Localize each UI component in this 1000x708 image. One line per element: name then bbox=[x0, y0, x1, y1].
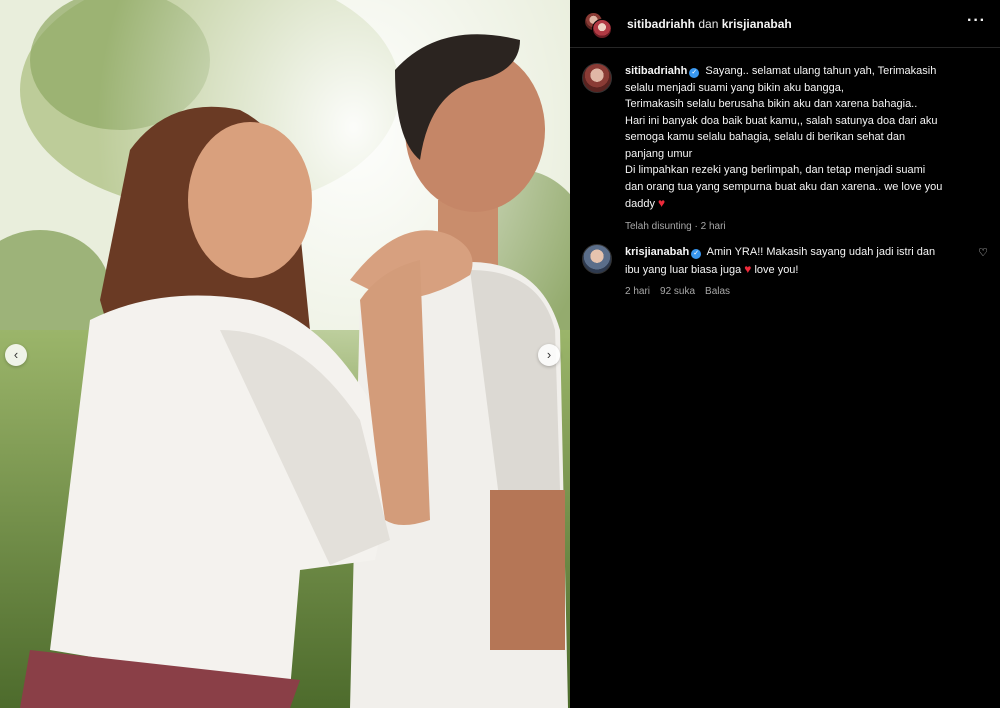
caption-comment: sitibadriahh ✓ Sayang.. selamat ulang tah… bbox=[582, 63, 982, 235]
reply-body: krisjianabah ✓ Amin YRA!! Makasih sayang … bbox=[625, 244, 980, 301]
caption-text-line: Terimakasih selalu berusaha bikin aku da… bbox=[625, 98, 918, 110]
caption-text-line: dan orang tua yang sempurna buat aku dan… bbox=[625, 180, 943, 193]
caption-edited-time: Telah disunting · 2 hari bbox=[625, 219, 726, 236]
post-photo: ‹ › bbox=[0, 0, 570, 708]
header-user-1[interactable]: sitibadriahh bbox=[627, 17, 695, 31]
caption-text-line: panjang umur bbox=[625, 147, 693, 160]
avatar[interactable] bbox=[582, 244, 612, 274]
caption-text-line: Di limpahkan rezeki yang berlimpah, dan … bbox=[625, 164, 926, 176]
caption-text-line: Sayang.. selamat ulang tahun yah, Terima… bbox=[705, 65, 937, 77]
header-joiner: dan bbox=[698, 16, 719, 31]
chevron-left-icon: ‹ bbox=[13, 347, 19, 362]
reply-meta: 2 hari 92 suka Balas bbox=[625, 284, 980, 301]
reply-text-line: Amin YRA!! Makasih sayang udah jadi istr… bbox=[706, 246, 936, 258]
caption-username[interactable]: sitibadriahh bbox=[625, 65, 687, 77]
caption-line-1: sitibadriahh ✓ Sayang.. selamat ulang tah… bbox=[625, 63, 942, 80]
heart-icon: ♥ bbox=[744, 261, 752, 276]
avatar[interactable] bbox=[582, 63, 612, 93]
reply-line-2: ibu yang luar biasa juga ♥ love you! bbox=[625, 261, 980, 279]
carousel-next-button[interactable]: › bbox=[538, 344, 560, 366]
reply-text-line: love you! bbox=[754, 263, 799, 276]
caption-meta: Telah disunting · 2 hari bbox=[625, 219, 942, 236]
reply-time: 2 hari bbox=[625, 286, 651, 297]
reply-button[interactable]: Balas bbox=[705, 284, 730, 301]
verified-badge-icon: ✓ bbox=[691, 249, 702, 259]
carousel-prev-button[interactable]: ‹ bbox=[5, 344, 27, 366]
chevron-right-icon: › bbox=[546, 347, 552, 362]
caption-time: 2 hari bbox=[700, 220, 726, 232]
reply-line-1: krisjianabah ✓ Amin YRA!! Makasih sayang … bbox=[625, 244, 980, 261]
caption-last-line: daddy ♥ bbox=[625, 195, 942, 213]
meta-separator: · bbox=[694, 220, 698, 232]
more-options-icon[interactable]: ··· bbox=[967, 12, 986, 30]
heart-icon: ♥ bbox=[658, 196, 666, 210]
likes-count-link[interactable]: 92 suka bbox=[660, 284, 695, 301]
verified-badge-icon: ✓ bbox=[689, 68, 700, 78]
edited-label: Telah disunting bbox=[625, 220, 692, 232]
caption-text-line: Hari ini banyak doa baik buat kamu,, sal… bbox=[625, 114, 938, 127]
reply-text-line: ibu yang luar biasa juga bbox=[625, 263, 742, 276]
post-header: sitibadriahh dan krisjianabah ··· bbox=[570, 0, 1000, 48]
avatar bbox=[592, 18, 612, 39]
photo-illustration bbox=[0, 0, 570, 708]
caption-text-line: daddy bbox=[625, 198, 655, 210]
comments-panel: sitibadriahh dan krisjianabah ··· sitiba… bbox=[570, 0, 1000, 708]
caption-text-line: semoga kamu selalu bahagia, selalu di be… bbox=[625, 131, 906, 143]
caption-body: sitibadriahh ✓ Sayang.. selamat ulang tah… bbox=[625, 63, 942, 235]
like-heart-outline-icon[interactable]: ♡ bbox=[978, 246, 988, 259]
caption-text-line: selalu menjadi suami yang bikin aku bang… bbox=[625, 81, 844, 94]
header-usernames: sitibadriahh dan krisjianabah bbox=[627, 17, 792, 31]
reply-comment: krisjianabah ✓ Amin YRA!! Makasih sayang … bbox=[582, 244, 998, 301]
reply-username[interactable]: krisjianabah bbox=[625, 246, 689, 258]
header-user-2[interactable]: krisjianabah bbox=[722, 17, 792, 31]
collab-avatars[interactable] bbox=[582, 8, 614, 40]
